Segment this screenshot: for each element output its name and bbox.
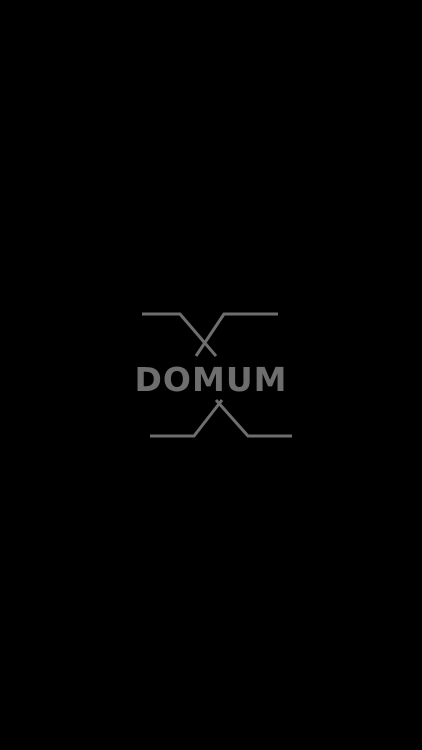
splash-screen: DOMUM [0,0,422,750]
brand-wordmark: DOMUM [134,360,288,399]
domum-x-logo-icon: DOMUM [120,308,302,442]
